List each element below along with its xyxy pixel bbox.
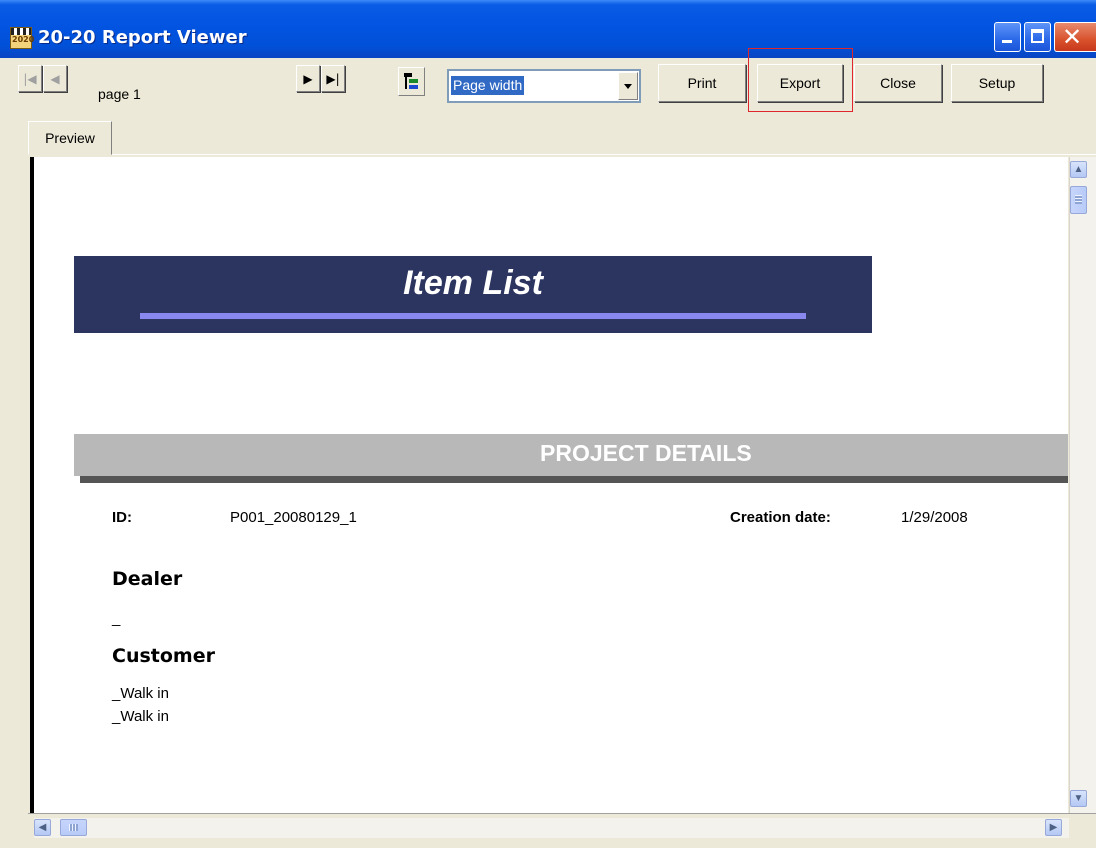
maximize-icon xyxy=(1031,29,1044,43)
scrollbar-corner xyxy=(1069,814,1096,848)
previous-page-button[interactable]: ◀ xyxy=(43,65,67,92)
close-window-button[interactable]: ✕ xyxy=(1054,22,1096,52)
customer-line: _Walk in xyxy=(112,685,169,702)
dealer-value: _ xyxy=(112,610,121,627)
title-underline xyxy=(140,313,806,319)
zoom-selected-value: Page width xyxy=(451,76,525,95)
previous-page-icon: ◀ xyxy=(50,71,60,86)
page-left-border xyxy=(30,157,34,813)
scroll-down-button[interactable]: ▼ xyxy=(1070,790,1087,807)
report-title: Item List xyxy=(403,264,543,302)
print-button[interactable]: Print xyxy=(658,64,746,102)
creation-date-label: Creation date: xyxy=(730,509,831,526)
chevron-right-icon: ▶ xyxy=(1049,822,1058,833)
customer-heading: Customer xyxy=(112,645,215,667)
tab-preview[interactable]: Preview xyxy=(28,121,112,155)
close-icon: ✕ xyxy=(1062,23,1083,51)
first-page-button[interactable]: |◀ xyxy=(18,65,42,92)
dealer-heading: Dealer xyxy=(112,568,183,590)
creation-date-value: 1/29/2008 xyxy=(901,509,968,526)
minimize-icon xyxy=(1002,40,1012,43)
maximize-button[interactable] xyxy=(1024,22,1051,52)
scroll-right-button[interactable]: ▶ xyxy=(1045,819,1062,836)
scroll-up-button[interactable]: ▲ xyxy=(1070,161,1087,178)
chevron-down-icon[interactable] xyxy=(618,72,638,100)
customer-line: _Walk in xyxy=(112,708,169,725)
horizontal-scroll-thumb[interactable] xyxy=(60,819,87,836)
last-page-button[interactable]: ▶| xyxy=(321,65,345,92)
setup-button[interactable]: Setup xyxy=(951,64,1043,102)
minimize-button[interactable] xyxy=(994,22,1021,52)
vertical-scrollbar[interactable] xyxy=(1069,157,1096,813)
section-header-title: PROJECT DETAILS xyxy=(540,440,752,466)
id-label: ID: xyxy=(112,509,132,526)
divider xyxy=(28,813,1096,814)
next-page-button[interactable]: ▶ xyxy=(296,65,320,92)
vertical-scroll-thumb[interactable] xyxy=(1070,186,1087,214)
zoom-select[interactable]: Page width xyxy=(447,69,641,103)
chevron-up-icon: ▲ xyxy=(1073,164,1084,175)
id-value: P001_20080129_1 xyxy=(230,509,357,526)
next-page-icon: ▶ xyxy=(303,71,313,86)
export-button[interactable]: Export xyxy=(757,64,843,102)
page-indicator: page 1 xyxy=(98,86,141,102)
first-page-icon: |◀ xyxy=(23,71,37,86)
horizontal-scrollbar[interactable] xyxy=(34,818,1069,838)
scroll-left-button[interactable]: ◀ xyxy=(34,819,51,836)
window-title: 20-20 Report Viewer xyxy=(38,27,247,48)
chevron-left-icon: ◀ xyxy=(38,822,47,833)
section-header-shadow xyxy=(80,476,1068,483)
app-logo-icon: 2020 xyxy=(10,27,34,49)
chevron-down-icon: ▼ xyxy=(1073,793,1084,804)
group-tree-toggle-button[interactable] xyxy=(398,67,425,96)
last-page-icon: ▶| xyxy=(326,71,340,86)
close-button[interactable]: Close xyxy=(854,64,942,102)
